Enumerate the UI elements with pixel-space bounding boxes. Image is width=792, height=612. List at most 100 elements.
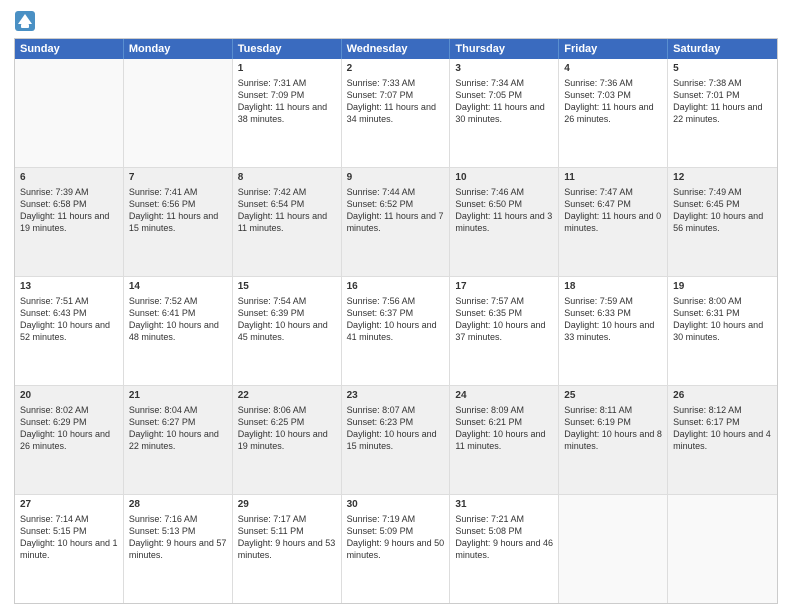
calendar-cell: 23Sunrise: 8:07 AM Sunset: 6:23 PM Dayli… [342, 386, 451, 494]
calendar-cell: 2Sunrise: 7:33 AM Sunset: 7:07 PM Daylig… [342, 59, 451, 167]
day-number: 3 [455, 62, 553, 76]
day-number: 2 [347, 62, 445, 76]
page-header [14, 10, 778, 32]
day-info: Sunrise: 7:21 AM Sunset: 5:08 PM Dayligh… [455, 513, 553, 562]
calendar-cell: 5Sunrise: 7:38 AM Sunset: 7:01 PM Daylig… [668, 59, 777, 167]
day-number: 28 [129, 498, 227, 512]
calendar-cell: 16Sunrise: 7:56 AM Sunset: 6:37 PM Dayli… [342, 277, 451, 385]
weekday-header-tuesday: Tuesday [233, 39, 342, 59]
calendar-cell [668, 495, 777, 603]
weekday-header-thursday: Thursday [450, 39, 559, 59]
calendar-cell: 27Sunrise: 7:14 AM Sunset: 5:15 PM Dayli… [15, 495, 124, 603]
day-number: 13 [20, 280, 118, 294]
day-number: 9 [347, 171, 445, 185]
calendar-cell: 3Sunrise: 7:34 AM Sunset: 7:05 PM Daylig… [450, 59, 559, 167]
calendar-cell: 8Sunrise: 7:42 AM Sunset: 6:54 PM Daylig… [233, 168, 342, 276]
weekday-header-friday: Friday [559, 39, 668, 59]
day-number: 31 [455, 498, 553, 512]
day-number: 10 [455, 171, 553, 185]
day-number: 8 [238, 171, 336, 185]
calendar-cell: 7Sunrise: 7:41 AM Sunset: 6:56 PM Daylig… [124, 168, 233, 276]
day-number: 14 [129, 280, 227, 294]
day-info: Sunrise: 8:11 AM Sunset: 6:19 PM Dayligh… [564, 404, 662, 453]
day-number: 27 [20, 498, 118, 512]
calendar-row: 6Sunrise: 7:39 AM Sunset: 6:58 PM Daylig… [15, 167, 777, 276]
calendar-cell: 1Sunrise: 7:31 AM Sunset: 7:09 PM Daylig… [233, 59, 342, 167]
day-info: Sunrise: 7:38 AM Sunset: 7:01 PM Dayligh… [673, 77, 772, 126]
day-info: Sunrise: 8:00 AM Sunset: 6:31 PM Dayligh… [673, 295, 772, 344]
day-info: Sunrise: 7:19 AM Sunset: 5:09 PM Dayligh… [347, 513, 445, 562]
day-number: 24 [455, 389, 553, 403]
calendar-cell: 12Sunrise: 7:49 AM Sunset: 6:45 PM Dayli… [668, 168, 777, 276]
calendar-cell: 4Sunrise: 7:36 AM Sunset: 7:03 PM Daylig… [559, 59, 668, 167]
calendar: SundayMondayTuesdayWednesdayThursdayFrid… [14, 38, 778, 604]
day-info: Sunrise: 7:16 AM Sunset: 5:13 PM Dayligh… [129, 513, 227, 562]
calendar-cell: 6Sunrise: 7:39 AM Sunset: 6:58 PM Daylig… [15, 168, 124, 276]
weekday-header-sunday: Sunday [15, 39, 124, 59]
calendar-cell: 24Sunrise: 8:09 AM Sunset: 6:21 PM Dayli… [450, 386, 559, 494]
calendar-cell: 11Sunrise: 7:47 AM Sunset: 6:47 PM Dayli… [559, 168, 668, 276]
day-info: Sunrise: 7:39 AM Sunset: 6:58 PM Dayligh… [20, 186, 118, 235]
calendar-cell: 31Sunrise: 7:21 AM Sunset: 5:08 PM Dayli… [450, 495, 559, 603]
calendar-cell: 10Sunrise: 7:46 AM Sunset: 6:50 PM Dayli… [450, 168, 559, 276]
day-info: Sunrise: 7:31 AM Sunset: 7:09 PM Dayligh… [238, 77, 336, 126]
calendar-cell: 14Sunrise: 7:52 AM Sunset: 6:41 PM Dayli… [124, 277, 233, 385]
calendar-cell: 28Sunrise: 7:16 AM Sunset: 5:13 PM Dayli… [124, 495, 233, 603]
calendar-cell: 20Sunrise: 8:02 AM Sunset: 6:29 PM Dayli… [15, 386, 124, 494]
logo-icon [14, 10, 36, 32]
day-info: Sunrise: 7:57 AM Sunset: 6:35 PM Dayligh… [455, 295, 553, 344]
day-info: Sunrise: 8:09 AM Sunset: 6:21 PM Dayligh… [455, 404, 553, 453]
day-info: Sunrise: 7:34 AM Sunset: 7:05 PM Dayligh… [455, 77, 553, 126]
calendar-cell: 18Sunrise: 7:59 AM Sunset: 6:33 PM Dayli… [559, 277, 668, 385]
day-number: 25 [564, 389, 662, 403]
day-number: 11 [564, 171, 662, 185]
day-number: 26 [673, 389, 772, 403]
day-number: 21 [129, 389, 227, 403]
day-info: Sunrise: 7:42 AM Sunset: 6:54 PM Dayligh… [238, 186, 336, 235]
day-info: Sunrise: 7:36 AM Sunset: 7:03 PM Dayligh… [564, 77, 662, 126]
day-number: 16 [347, 280, 445, 294]
weekday-header-saturday: Saturday [668, 39, 777, 59]
day-info: Sunrise: 7:51 AM Sunset: 6:43 PM Dayligh… [20, 295, 118, 344]
weekday-header-wednesday: Wednesday [342, 39, 451, 59]
day-number: 19 [673, 280, 772, 294]
day-number: 5 [673, 62, 772, 76]
day-info: Sunrise: 7:41 AM Sunset: 6:56 PM Dayligh… [129, 186, 227, 235]
day-number: 29 [238, 498, 336, 512]
day-info: Sunrise: 7:59 AM Sunset: 6:33 PM Dayligh… [564, 295, 662, 344]
calendar-row: 27Sunrise: 7:14 AM Sunset: 5:15 PM Dayli… [15, 494, 777, 603]
logo [14, 10, 39, 32]
calendar-cell: 25Sunrise: 8:11 AM Sunset: 6:19 PM Dayli… [559, 386, 668, 494]
calendar-cell: 26Sunrise: 8:12 AM Sunset: 6:17 PM Dayli… [668, 386, 777, 494]
day-info: Sunrise: 8:02 AM Sunset: 6:29 PM Dayligh… [20, 404, 118, 453]
calendar-cell: 17Sunrise: 7:57 AM Sunset: 6:35 PM Dayli… [450, 277, 559, 385]
day-number: 23 [347, 389, 445, 403]
calendar-cell: 13Sunrise: 7:51 AM Sunset: 6:43 PM Dayli… [15, 277, 124, 385]
day-number: 15 [238, 280, 336, 294]
day-info: Sunrise: 7:17 AM Sunset: 5:11 PM Dayligh… [238, 513, 336, 562]
day-number: 7 [129, 171, 227, 185]
day-number: 17 [455, 280, 553, 294]
day-info: Sunrise: 7:14 AM Sunset: 5:15 PM Dayligh… [20, 513, 118, 562]
calendar-header: SundayMondayTuesdayWednesdayThursdayFrid… [15, 39, 777, 59]
day-number: 18 [564, 280, 662, 294]
day-info: Sunrise: 7:52 AM Sunset: 6:41 PM Dayligh… [129, 295, 227, 344]
calendar-cell: 30Sunrise: 7:19 AM Sunset: 5:09 PM Dayli… [342, 495, 451, 603]
day-info: Sunrise: 7:46 AM Sunset: 6:50 PM Dayligh… [455, 186, 553, 235]
day-info: Sunrise: 7:44 AM Sunset: 6:52 PM Dayligh… [347, 186, 445, 235]
calendar-cell: 22Sunrise: 8:06 AM Sunset: 6:25 PM Dayli… [233, 386, 342, 494]
day-info: Sunrise: 8:12 AM Sunset: 6:17 PM Dayligh… [673, 404, 772, 453]
calendar-cell: 9Sunrise: 7:44 AM Sunset: 6:52 PM Daylig… [342, 168, 451, 276]
day-info: Sunrise: 8:07 AM Sunset: 6:23 PM Dayligh… [347, 404, 445, 453]
calendar-cell [559, 495, 668, 603]
day-number: 6 [20, 171, 118, 185]
calendar-row: 13Sunrise: 7:51 AM Sunset: 6:43 PM Dayli… [15, 276, 777, 385]
calendar-cell [15, 59, 124, 167]
day-number: 30 [347, 498, 445, 512]
day-number: 1 [238, 62, 336, 76]
calendar-body: 1Sunrise: 7:31 AM Sunset: 7:09 PM Daylig… [15, 59, 777, 603]
day-info: Sunrise: 8:06 AM Sunset: 6:25 PM Dayligh… [238, 404, 336, 453]
day-info: Sunrise: 8:04 AM Sunset: 6:27 PM Dayligh… [129, 404, 227, 453]
day-info: Sunrise: 7:54 AM Sunset: 6:39 PM Dayligh… [238, 295, 336, 344]
day-info: Sunrise: 7:47 AM Sunset: 6:47 PM Dayligh… [564, 186, 662, 235]
